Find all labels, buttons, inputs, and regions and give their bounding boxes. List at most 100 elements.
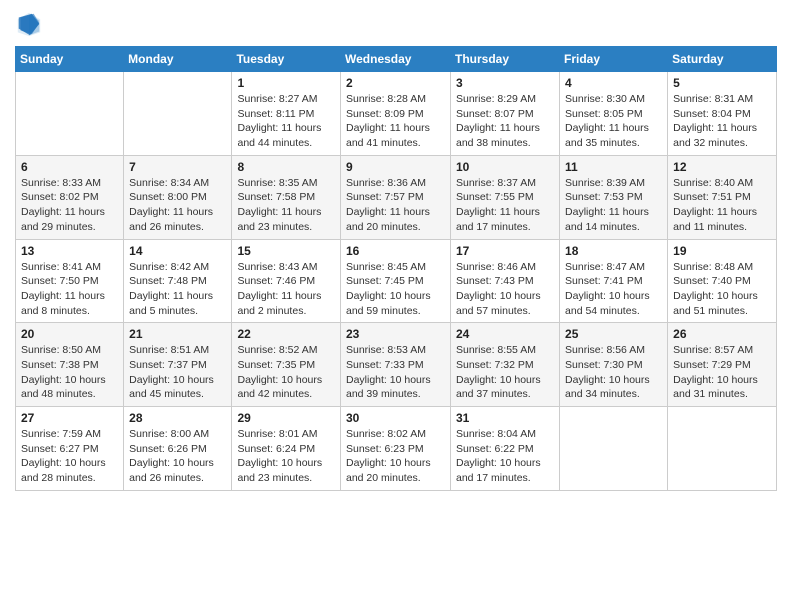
calendar-cell: 6Sunrise: 8:33 AMSunset: 8:02 PMDaylight… [16, 155, 124, 239]
day-info: Sunrise: 8:52 AM Sunset: 7:35 PM Daylight:… [237, 343, 335, 402]
sunrise-text: Sunrise: 8:45 AM [346, 261, 426, 273]
sunrise-text: Sunrise: 8:50 AM [21, 344, 101, 356]
sunset-text: Sunset: 6:24 PM [237, 443, 315, 455]
calendar-cell: 3 Sunrise: 8:29 AMSunset: 8:07 PMDaylight… [451, 72, 560, 156]
sunrise-text: Sunrise: 8:55 AM [456, 344, 536, 356]
day-info: Sunrise: 8:53 AMSunset: 7:33 PMDaylight:… [346, 343, 445, 402]
day-number: 20 [21, 327, 118, 341]
day-number: 9 [346, 160, 445, 174]
calendar-cell: 26Sunrise: 8:57 AMSunset: 7:29 PMDayligh… [668, 323, 777, 407]
sunset-text: Sunset: 7:45 PM [346, 275, 424, 287]
weekday-monday: Monday [124, 47, 232, 72]
day-info: Sunrise: 8:01 AMSunset: 6:24 PMDaylight:… [237, 427, 335, 486]
day-number: 25 [565, 327, 662, 341]
calendar-cell: 23 Sunrise: 8:53 AMSunset: 7:33 PMDayligh… [341, 323, 451, 407]
calendar-cell: 10Sunrise: 8:37 AMSunset: 7:55 PMDayligh… [451, 155, 560, 239]
sunrise-text: Sunrise: 8:29 AM [456, 93, 536, 105]
calendar-cell: 25Sunrise: 8:56 AMSunset: 7:30 PMDayligh… [560, 323, 668, 407]
calendar-cell: 19Sunrise: 8:48 AMSunset: 7:40 PMDayligh… [668, 239, 777, 323]
week-row-2: 6Sunrise: 8:33 AMSunset: 8:02 PMDaylight… [16, 155, 777, 239]
daylight-text: Daylight: 11 hours and 5 minutes. [129, 290, 213, 317]
sunrise-text: Sunrise: 8:47 AM [565, 261, 645, 273]
sunset-text: Sunset: 7:57 PM [346, 191, 424, 203]
sunset-text: Sunset: 7:48 PM [129, 275, 207, 287]
sunset-text: Sunset: 6:26 PM [129, 443, 207, 455]
daylight-text: Daylight: 10 hours and 59 minutes. [346, 290, 431, 317]
daylight-text: Daylight: 11 hours and 17 minutes. [456, 206, 540, 233]
day-number: 3 [456, 76, 554, 90]
calendar-cell: 21Sunrise: 8:51 AMSunset: 7:37 PMDayligh… [124, 323, 232, 407]
calendar-cell: 30Sunrise: 8:02 AMSunset: 6:23 PMDayligh… [341, 407, 451, 491]
calendar-cell: 24Sunrise: 8:55 AMSunset: 7:32 PMDayligh… [451, 323, 560, 407]
sunset-text: Sunset: 6:22 PM [456, 443, 534, 455]
day-info: Sunrise: 8:39 AMSunset: 7:53 PMDaylight:… [565, 176, 662, 235]
sunrise-text: Sunrise: 7:59 AM [21, 428, 101, 440]
calendar-cell [560, 407, 668, 491]
week-row-1: 1Sunrise: 8:27 AMSunset: 8:11 PMDaylight… [16, 72, 777, 156]
sunset-text: Sunset: 7:41 PM [565, 275, 643, 287]
sunrise-text: Sunrise: 8:42 AM [129, 261, 209, 273]
sunset-text: Sunset: 6:27 PM [21, 443, 99, 455]
daylight-text: Daylight: 11 hours and 8 minutes. [21, 290, 105, 317]
daylight-text: Daylight: 11 hours and 11 minutes. [673, 206, 757, 233]
sunset-text: Sunset: 7:38 PM [21, 359, 99, 371]
day-info: Sunrise: 8:43 AMSunset: 7:46 PMDaylight:… [237, 260, 335, 319]
calendar-cell: 15Sunrise: 8:43 AMSunset: 7:46 PMDayligh… [232, 239, 341, 323]
calendar-cell: 20Sunrise: 8:50 AMSunset: 7:38 PMDayligh… [16, 323, 124, 407]
day-number: 23 [346, 327, 445, 341]
calendar-cell: 5Sunrise: 8:31 AMSunset: 8:04 PMDaylight… [668, 72, 777, 156]
daylight-text: Daylight: 11 hours and 20 minutes. [346, 206, 430, 233]
daylight-text: Daylight: 11 hours and 26 minutes. [129, 206, 213, 233]
day-number: 8 [237, 160, 335, 174]
sunset-text: Sunset: 7:55 PM [456, 191, 534, 203]
day-info: Sunrise: 8:42 AM Sunset: 7:48 PM Daylight:… [129, 260, 226, 319]
sunset-text: Sunset: 7:43 PM [456, 275, 534, 287]
weekday-wednesday: Wednesday [341, 47, 451, 72]
day-info: Sunrise: 8:28 AMSunset: 8:09 PMDaylight:… [346, 92, 445, 151]
sunrise-text: Sunrise: 8:36 AM [346, 177, 426, 189]
day-info: Sunrise: 8:34 AMSunset: 8:00 PMDaylight:… [129, 176, 226, 235]
day-info: Sunrise: 8:45 AM Sunset: 7:45 PM Daylight:… [346, 260, 445, 319]
day-info: Sunrise: 8:04 AMSunset: 6:22 PMDaylight:… [456, 427, 554, 486]
sunset-text: Sunset: 7:58 PM [237, 191, 315, 203]
sunset-text: Sunset: 7:40 PM [673, 275, 751, 287]
sunset-text: Sunset: 7:53 PM [565, 191, 643, 203]
daylight-text: Daylight: 10 hours and 39 minutes. [346, 374, 431, 401]
day-number: 16 [346, 244, 445, 258]
weekday-thursday: Thursday [451, 47, 560, 72]
daylight-text: Daylight: 11 hours and 35 minutes. [565, 122, 649, 149]
day-info: Sunrise: 8:57 AMSunset: 7:29 PMDaylight:… [673, 343, 771, 402]
day-number: 6 [21, 160, 118, 174]
daylight-text: Daylight: 10 hours and 31 minutes. [673, 374, 758, 401]
day-number: 31 [456, 411, 554, 425]
day-number: 19 [673, 244, 771, 258]
weekday-sunday: Sunday [16, 47, 124, 72]
daylight-text: Daylight: 10 hours and 28 minutes. [21, 457, 106, 484]
sunset-text: Sunset: 8:09 PM [346, 108, 424, 120]
calendar-cell: 28Sunrise: 8:00 AMSunset: 6:26 PMDayligh… [124, 407, 232, 491]
week-row-4: 20 Sunrise: 8:50 AM Sunset: 7:38 PM Dayligh… [16, 323, 777, 407]
day-info: Sunrise: 8:50 AMSunset: 7:38 PMDaylight:… [21, 343, 118, 402]
day-number: 14 [129, 244, 226, 258]
daylight-text: Daylight: 10 hours and 42 minutes. [237, 374, 322, 401]
day-number: 21 [129, 327, 226, 341]
daylight-text: Daylight: 11 hours and 32 minutes. [673, 122, 757, 149]
sunset-text: Sunset: 7:30 PM [565, 359, 643, 371]
sunset-text: Sunset: 7:35 PM [237, 359, 315, 371]
sunrise-text: Sunrise: 8:04 AM [456, 428, 536, 440]
day-number: 4 [565, 76, 662, 90]
day-info: Sunrise: 8:29 AMSunset: 8:07 PMDaylight:… [456, 92, 554, 151]
sunrise-text: Sunrise: 8:52 AM [237, 344, 317, 356]
daylight-text: Daylight: 11 hours and 23 minutes. [237, 206, 321, 233]
sunrise-text: Sunrise: 8:01 AM [237, 428, 317, 440]
sunset-text: Sunset: 8:11 PM [237, 108, 314, 120]
day-number: 13 [21, 244, 118, 258]
sunrise-text: Sunrise: 8:51 AM [129, 344, 209, 356]
day-info: Sunrise: 8:55 AMSunset: 7:32 PMDaylight:… [456, 343, 554, 402]
sunrise-text: Sunrise: 8:34 AM [129, 177, 209, 189]
daylight-text: Daylight: 10 hours and 54 minutes. [565, 290, 650, 317]
daylight-text: Daylight: 10 hours and 34 minutes. [565, 374, 650, 401]
daylight-text: Daylight: 10 hours and 45 minutes. [129, 374, 214, 401]
day-number: 18 [565, 244, 662, 258]
logo [15, 10, 47, 38]
